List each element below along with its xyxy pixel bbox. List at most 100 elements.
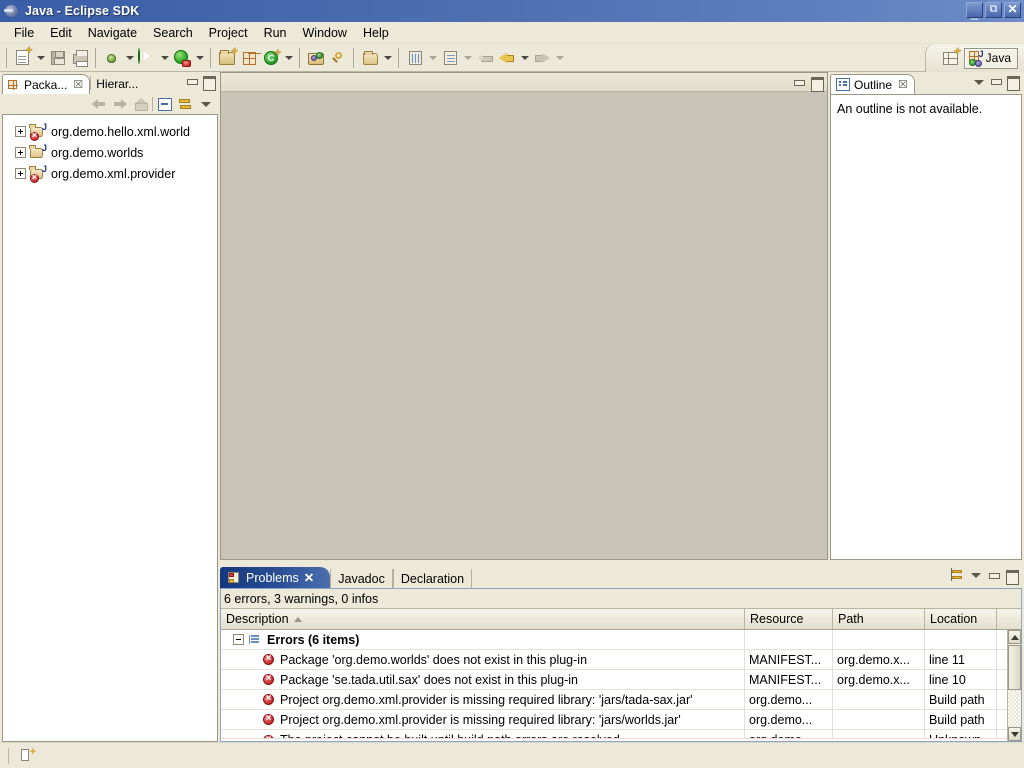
- run-button[interactable]: [136, 47, 158, 69]
- expand-toggle-icon[interactable]: [15, 147, 26, 158]
- new-package-button[interactable]: [238, 47, 260, 69]
- collapse-all-button[interactable]: [154, 95, 174, 113]
- open-resource-dropdown-arrow[interactable]: [381, 47, 394, 69]
- menu-file[interactable]: File: [6, 24, 42, 42]
- table-row[interactable]: Project org.demo.xml.provider is missing…: [221, 710, 1007, 730]
- menu-window[interactable]: Window: [295, 24, 355, 42]
- minimize-icon[interactable]: [989, 75, 1002, 88]
- window-minimize-button[interactable]: _: [966, 2, 983, 19]
- tab-problems[interactable]: Problems ✕: [220, 567, 331, 588]
- outline-view: Outline ☒ An outline is not available.: [830, 72, 1022, 560]
- tab-outline[interactable]: Outline ☒: [830, 74, 915, 94]
- tab-javadoc[interactable]: Javadoc: [330, 569, 393, 588]
- new-java-project-button[interactable]: [216, 46, 238, 69]
- menu-help[interactable]: Help: [355, 24, 397, 42]
- tree-item-project[interactable]: J org.demo.hello.xml.world: [3, 121, 217, 142]
- forward-dropdown-arrow[interactable]: [553, 47, 566, 69]
- table-row[interactable]: The project cannot be built until build …: [221, 730, 1007, 739]
- problems-vertical-scrollbar[interactable]: [1007, 630, 1021, 741]
- next-annotation-dropdown-arrow[interactable]: [461, 47, 474, 69]
- minimize-icon[interactable]: [987, 569, 1000, 582]
- open-type-button[interactable]: [305, 47, 327, 69]
- window-title: Java - Eclipse SDK: [25, 4, 140, 18]
- save-button[interactable]: [47, 47, 69, 69]
- column-header-description[interactable]: Description: [221, 609, 745, 629]
- menu-edit[interactable]: Edit: [42, 24, 80, 42]
- view-menu-button[interactable]: [196, 95, 216, 113]
- error-icon: [263, 734, 274, 738]
- table-row-group[interactable]: Errors (6 items): [221, 630, 1007, 650]
- expand-toggle-icon[interactable]: [15, 168, 26, 179]
- scroll-up-button[interactable]: [1008, 630, 1021, 644]
- previous-annotation-button[interactable]: [474, 47, 496, 69]
- column-header-path[interactable]: Path: [833, 609, 925, 629]
- tab-declaration[interactable]: Declaration: [392, 569, 473, 588]
- tree-item-project[interactable]: J org.demo.xml.provider: [3, 163, 217, 184]
- tab-package-explorer-close[interactable]: ☒: [73, 79, 83, 90]
- window-restore-button[interactable]: ⧉: [985, 2, 1002, 18]
- minimize-icon[interactable]: [185, 75, 198, 88]
- next-annotation-button[interactable]: [439, 47, 461, 69]
- profile-button[interactable]: [171, 47, 193, 69]
- open-resource-button[interactable]: [359, 47, 381, 69]
- menu-navigate[interactable]: Navigate: [80, 24, 145, 42]
- perspective-button-java[interactable]: J Java: [963, 47, 1018, 69]
- tab-problems-label: Problems: [246, 570, 299, 585]
- link-with-editor-button[interactable]: [175, 95, 195, 113]
- tab-outline-close[interactable]: ☒: [898, 79, 908, 90]
- filter-icon[interactable]: [950, 568, 965, 582]
- expand-toggle-icon[interactable]: [15, 126, 26, 137]
- menu-run[interactable]: Run: [256, 24, 295, 42]
- window-controls: _ ⧉ ✕: [966, 2, 1021, 19]
- last-edit-location-button[interactable]: [404, 47, 426, 69]
- new-document-icon[interactable]: +: [19, 746, 36, 764]
- tree-item-project[interactable]: J org.demo.worlds: [3, 142, 217, 163]
- table-row[interactable]: Package 'se.tada.util.sax' does not exis…: [221, 670, 1007, 690]
- menu-project[interactable]: Project: [201, 24, 256, 42]
- debug-button[interactable]: [101, 47, 123, 69]
- new-wizard-dropdown-arrow[interactable]: [34, 47, 47, 69]
- tab-problems-close[interactable]: ✕: [304, 570, 314, 585]
- problems-table-body: Errors (6 items) Package 'org.demo.world…: [221, 630, 1007, 741]
- last-edit-dropdown-arrow[interactable]: [426, 47, 439, 69]
- forward-button[interactable]: [531, 47, 553, 69]
- maximize-icon[interactable]: [202, 75, 216, 91]
- back-dropdown-arrow[interactable]: [518, 47, 531, 69]
- maximize-icon[interactable]: [1006, 75, 1020, 91]
- tab-package-explorer[interactable]: Packa... ☒: [2, 74, 91, 94]
- tab-hierarchy[interactable]: Hierar...: [91, 74, 144, 94]
- column-header-resource[interactable]: Resource: [745, 609, 833, 629]
- new-class-button[interactable]: C: [260, 47, 282, 69]
- minimize-icon[interactable]: [792, 76, 805, 89]
- scroll-down-button[interactable]: [1008, 727, 1021, 741]
- print-button[interactable]: [69, 47, 91, 69]
- scrollbar-thumb[interactable]: [1008, 645, 1021, 690]
- table-row[interactable]: Package 'org.demo.worlds' does not exist…: [221, 650, 1007, 670]
- home-button[interactable]: [131, 95, 151, 113]
- maximize-icon[interactable]: [1005, 569, 1019, 585]
- menu-search[interactable]: Search: [145, 24, 201, 42]
- new-wizard-button[interactable]: [12, 45, 34, 69]
- editor-empty-canvas[interactable]: [221, 92, 827, 559]
- new-class-dropdown-arrow[interactable]: [282, 47, 295, 69]
- maximize-icon[interactable]: [810, 76, 824, 92]
- back-button[interactable]: [496, 47, 518, 69]
- run-dropdown-arrow[interactable]: [158, 47, 171, 69]
- link-editor-icon: [178, 98, 193, 111]
- view-menu-icon[interactable]: [973, 76, 985, 88]
- column-header-location[interactable]: Location: [925, 609, 997, 629]
- forward-button[interactable]: [110, 95, 130, 113]
- scrollbar-track[interactable]: [1008, 691, 1021, 726]
- window-close-button[interactable]: ✕: [1004, 2, 1021, 18]
- debug-dropdown-arrow[interactable]: [123, 47, 136, 69]
- problems-summary: 6 errors, 3 warnings, 0 infos: [221, 589, 1021, 609]
- collapse-toggle-icon[interactable]: [233, 634, 244, 645]
- back-button[interactable]: [89, 95, 109, 113]
- table-row[interactable]: Project org.demo.xml.provider is missing…: [221, 690, 1007, 710]
- sort-ascending-icon: [293, 616, 302, 622]
- editor-tabbar: [221, 73, 827, 92]
- profile-dropdown-arrow[interactable]: [193, 47, 206, 69]
- open-perspective-button[interactable]: [940, 46, 962, 69]
- search-button[interactable]: [327, 47, 349, 69]
- view-menu-icon[interactable]: [970, 569, 982, 581]
